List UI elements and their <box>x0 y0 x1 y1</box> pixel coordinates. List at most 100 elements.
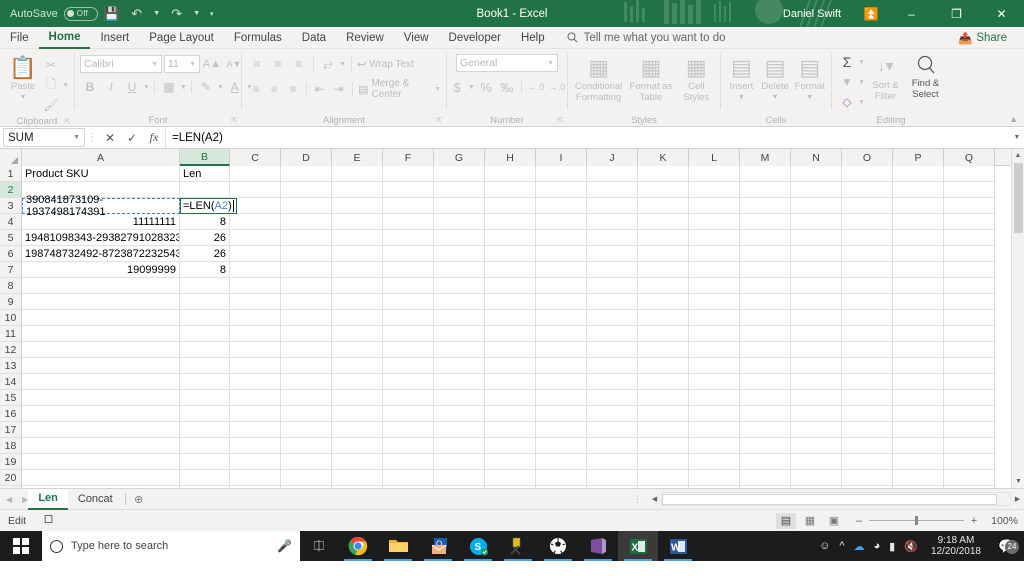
cell-D4[interactable] <box>281 214 332 230</box>
taskbar-search-box[interactable]: Type here to search 🎤 <box>42 531 300 561</box>
collapse-ribbon-icon[interactable]: ▲ <box>1009 114 1018 124</box>
cell-J2[interactable] <box>587 182 638 198</box>
cell-I15[interactable] <box>536 390 587 406</box>
cell-Q15[interactable] <box>944 390 995 406</box>
cell-A1[interactable]: Product SKU <box>22 166 180 182</box>
cell-J17[interactable] <box>587 422 638 438</box>
column-header-H[interactable]: H <box>485 149 536 166</box>
cell-D9[interactable] <box>281 294 332 310</box>
cell-M14[interactable] <box>740 374 791 390</box>
cell-G2[interactable] <box>434 182 485 198</box>
cell-J10[interactable] <box>587 310 638 326</box>
cell-B12[interactable] <box>180 342 230 358</box>
tab-formulas[interactable]: Formulas <box>224 27 292 49</box>
column-header-E[interactable]: E <box>332 149 383 166</box>
cell-L10[interactable] <box>689 310 740 326</box>
insert-function-fx-icon[interactable]: fx <box>143 128 165 148</box>
redo-icon[interactable]: ↷ <box>166 4 188 24</box>
cell-D8[interactable] <box>281 278 332 294</box>
cell-B6[interactable]: 26 <box>180 246 230 262</box>
cell-G5[interactable] <box>434 230 485 246</box>
page-break-preview-icon[interactable]: ▣ <box>824 513 844 529</box>
cell-K10[interactable] <box>638 310 689 326</box>
cell-C6[interactable] <box>230 246 281 262</box>
cell-K7[interactable] <box>638 262 689 278</box>
cell-I16[interactable] <box>536 406 587 422</box>
cell-A11[interactable] <box>22 326 180 342</box>
align-right-icon[interactable]: ≡ <box>284 79 302 99</box>
row-header-2[interactable]: 2 <box>0 182 21 198</box>
cell-P15[interactable] <box>893 390 944 406</box>
cell-N1[interactable] <box>791 166 842 182</box>
select-all-corner[interactable] <box>0 149 22 166</box>
horizontal-scroll-track[interactable] <box>661 492 1011 506</box>
cell-G11[interactable] <box>434 326 485 342</box>
autosum-sigma-icon[interactable]: Σ <box>837 52 857 72</box>
cell-H3[interactable] <box>485 198 536 214</box>
cell-O6[interactable] <box>842 246 893 262</box>
cell-P4[interactable] <box>893 214 944 230</box>
cell-L7[interactable] <box>689 262 740 278</box>
cell-M8[interactable] <box>740 278 791 294</box>
cell-K16[interactable] <box>638 406 689 422</box>
cell-D14[interactable] <box>281 374 332 390</box>
cell-N17[interactable] <box>791 422 842 438</box>
cell-G1[interactable] <box>434 166 485 182</box>
cell-M10[interactable] <box>740 310 791 326</box>
name-box[interactable]: SUM ▼ <box>3 128 85 147</box>
cell-C19[interactable] <box>230 454 281 470</box>
cell-E1[interactable] <box>332 166 383 182</box>
cell-Q17[interactable] <box>944 422 995 438</box>
cell-C17[interactable] <box>230 422 281 438</box>
cell-K6[interactable] <box>638 246 689 262</box>
cell-Q20[interactable] <box>944 470 995 486</box>
cell-C13[interactable] <box>230 358 281 374</box>
enter-check-icon[interactable]: ✓ <box>121 128 143 148</box>
cell-F3[interactable] <box>383 198 434 214</box>
cell-P20[interactable] <box>893 470 944 486</box>
hscroll-left-icon[interactable]: ◀ <box>648 492 661 506</box>
onedrive-cloud-icon[interactable]: ☁ <box>854 540 865 553</box>
cell-P17[interactable] <box>893 422 944 438</box>
show-hidden-icons-chevron[interactable]: ^ <box>839 540 844 552</box>
cell-H9[interactable] <box>485 294 536 310</box>
row-header-7[interactable]: 7 <box>0 262 21 278</box>
cell-D11[interactable] <box>281 326 332 342</box>
cell-K3[interactable] <box>638 198 689 214</box>
cell-P6[interactable] <box>893 246 944 262</box>
cell-A18[interactable] <box>22 438 180 454</box>
cell-G19[interactable] <box>434 454 485 470</box>
cell-F19[interactable] <box>383 454 434 470</box>
cell-H4[interactable] <box>485 214 536 230</box>
cell-E9[interactable] <box>332 294 383 310</box>
cell-I9[interactable] <box>536 294 587 310</box>
cell-A14[interactable] <box>22 374 180 390</box>
row-header-1[interactable]: 1 <box>0 166 21 182</box>
cell-C14[interactable] <box>230 374 281 390</box>
increase-decimal-icon[interactable]: ←.0 <box>526 77 546 97</box>
cell-M6[interactable] <box>740 246 791 262</box>
wrap-text-button[interactable]: ↩ Wrap Text <box>357 58 414 71</box>
cell-O8[interactable] <box>842 278 893 294</box>
cancel-x-icon[interactable]: ✕ <box>99 128 121 148</box>
tab-data[interactable]: Data <box>292 27 336 49</box>
cell-D6[interactable] <box>281 246 332 262</box>
cell-J20[interactable] <box>587 470 638 486</box>
normal-view-icon[interactable]: ▤ <box>776 512 796 529</box>
cell-Q19[interactable] <box>944 454 995 470</box>
number-format-combobox[interactable]: General ▼ <box>456 54 558 72</box>
row-header-18[interactable]: 18 <box>0 438 21 454</box>
cell-N5[interactable] <box>791 230 842 246</box>
cell-C9[interactable] <box>230 294 281 310</box>
row-header-6[interactable]: 6 <box>0 246 21 262</box>
taskbar-app-onenote[interactable] <box>578 531 618 561</box>
row-header-14[interactable]: 14 <box>0 374 21 390</box>
zoom-in-button[interactable]: + <box>969 515 979 527</box>
conditional-formatting-button[interactable]: ▦ Conditional Formatting <box>573 53 624 103</box>
cell-J3[interactable] <box>587 198 638 214</box>
cell-A12[interactable] <box>22 342 180 358</box>
cell-D3[interactable] <box>281 198 332 214</box>
cell-E3[interactable] <box>332 198 383 214</box>
zoom-slider-thumb[interactable] <box>915 516 918 525</box>
cell-J7[interactable] <box>587 262 638 278</box>
